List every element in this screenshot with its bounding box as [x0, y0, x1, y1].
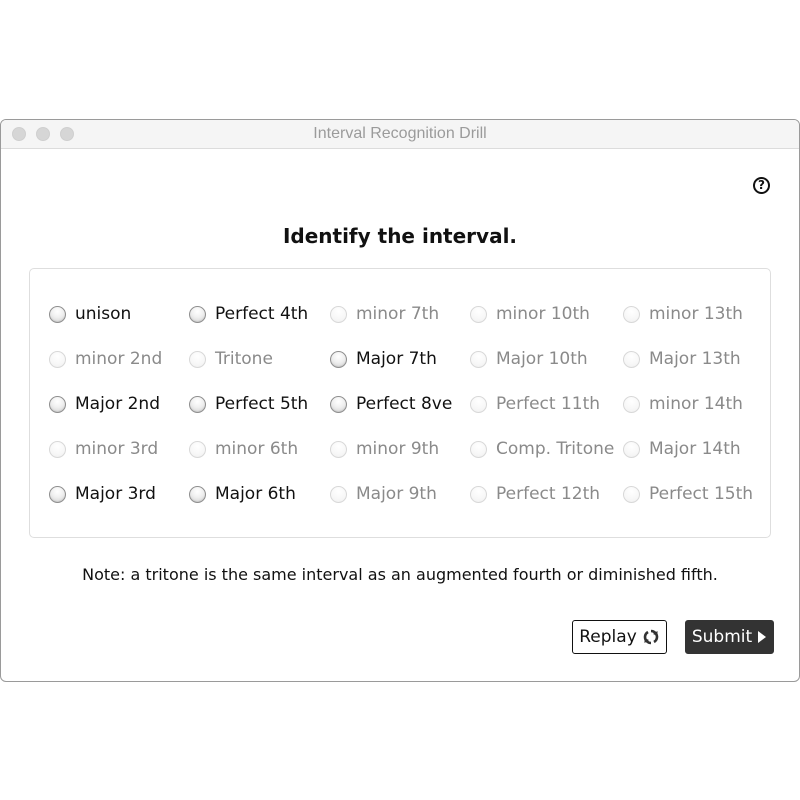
option-label: Perfect 5th	[215, 394, 309, 414]
option-label: Perfect 8ve	[356, 394, 453, 414]
tritone-note: Note: a tritone is the same interval as …	[82, 565, 718, 584]
interval-option: minor 2nd	[49, 347, 162, 371]
interval-option: minor 3rd	[49, 437, 158, 461]
option-label: Major 9th	[356, 484, 437, 504]
prompt-heading: Identify the interval.	[282, 224, 518, 248]
radio-button	[330, 485, 347, 503]
play-arrow-icon	[757, 630, 767, 644]
option-label: Major 2nd	[75, 394, 160, 414]
radio-button[interactable]	[189, 395, 206, 413]
option-label: Perfect 11th	[496, 394, 601, 414]
interval-option: Perfect 11th	[470, 392, 600, 416]
option-label: unison	[75, 304, 132, 324]
option-label: Perfect 15th	[649, 484, 754, 504]
option-label: minor 7th	[356, 304, 440, 324]
interval-option: minor 14th	[623, 392, 743, 416]
interval-option: Tritone	[189, 347, 273, 371]
replay-button[interactable]: Replay	[572, 620, 667, 654]
option-label: Tritone	[215, 349, 273, 369]
radio-button[interactable]	[330, 350, 347, 368]
interval-option: Perfect 12th	[470, 482, 600, 506]
replay-label: Replay	[579, 627, 637, 647]
radio-button	[470, 350, 487, 368]
title-bar: Interval Recognition Drill	[1, 120, 799, 149]
option-label: Perfect 4th	[215, 304, 309, 324]
option-label: minor 2nd	[75, 349, 163, 369]
interval-option[interactable]: Major 3rd	[49, 482, 156, 506]
interval-option: minor 6th	[189, 437, 298, 461]
option-label: minor 6th	[215, 439, 299, 459]
radio-button[interactable]	[49, 395, 66, 413]
interval-option: Major 13th	[623, 347, 741, 371]
radio-button[interactable]	[49, 485, 66, 503]
radio-button	[330, 305, 347, 323]
interval-option[interactable]: Major 2nd	[49, 392, 160, 416]
radio-button	[189, 440, 206, 458]
radio-button	[470, 440, 487, 458]
help-icon[interactable]: ?	[753, 177, 770, 194]
option-label: Major 3rd	[75, 484, 156, 504]
option-label: Major 13th	[649, 349, 741, 369]
option-label: minor 10th	[496, 304, 590, 324]
radio-button	[623, 485, 640, 503]
interval-option[interactable]: unison	[49, 302, 131, 326]
option-label: minor 13th	[649, 304, 743, 324]
radio-button	[623, 395, 640, 413]
refresh-icon	[642, 628, 660, 646]
radio-button	[623, 305, 640, 323]
window-title: Interval Recognition Drill	[313, 125, 487, 142]
option-label: Perfect 12th	[496, 484, 601, 504]
option-label: Comp. Tritone	[496, 439, 615, 459]
radio-button	[330, 440, 347, 458]
radio-button	[470, 395, 487, 413]
radio-button[interactable]	[330, 395, 347, 413]
option-label: minor 9th	[356, 439, 440, 459]
interval-option[interactable]: Perfect 4th	[189, 302, 308, 326]
interval-option: Major 9th	[330, 482, 437, 506]
interval-option: Perfect 15th	[623, 482, 753, 506]
option-label: Major 7th	[356, 349, 437, 369]
interval-option: Major 10th	[470, 347, 588, 371]
radio-button	[470, 485, 487, 503]
radio-button[interactable]	[189, 485, 206, 503]
interval-option: minor 13th	[623, 302, 743, 326]
interval-option[interactable]: Perfect 5th	[189, 392, 308, 416]
submit-button[interactable]: Submit	[685, 620, 774, 654]
radio-button[interactable]	[189, 305, 206, 323]
submit-label: Submit	[691, 627, 753, 647]
radio-button	[623, 350, 640, 368]
option-label: Major 6th	[215, 484, 296, 504]
interval-option[interactable]: Perfect 8ve	[330, 392, 452, 416]
interval-option: minor 7th	[330, 302, 439, 326]
interval-option: minor 9th	[330, 437, 439, 461]
radio-button	[470, 305, 487, 323]
interval-option: minor 10th	[470, 302, 590, 326]
interval-option: Comp. Tritone	[470, 437, 614, 461]
option-label: Major 14th	[649, 439, 741, 459]
interval-option[interactable]: Major 7th	[330, 347, 437, 371]
radio-button	[623, 440, 640, 458]
interval-option: Major 14th	[623, 437, 741, 461]
app-window: Interval Recognition Drill ? Identify th…	[0, 119, 800, 682]
radio-button	[189, 350, 206, 368]
radio-button[interactable]	[49, 305, 66, 323]
option-label: minor 3rd	[75, 439, 159, 459]
interval-option[interactable]: Major 6th	[189, 482, 296, 506]
radio-button	[49, 440, 66, 458]
option-label: minor 14th	[649, 394, 743, 414]
option-label: Major 10th	[496, 349, 588, 369]
radio-button	[49, 350, 66, 368]
interval-options-panel: unison minor 2nd Major 2nd minor 3rd Major 3…	[29, 268, 771, 538]
